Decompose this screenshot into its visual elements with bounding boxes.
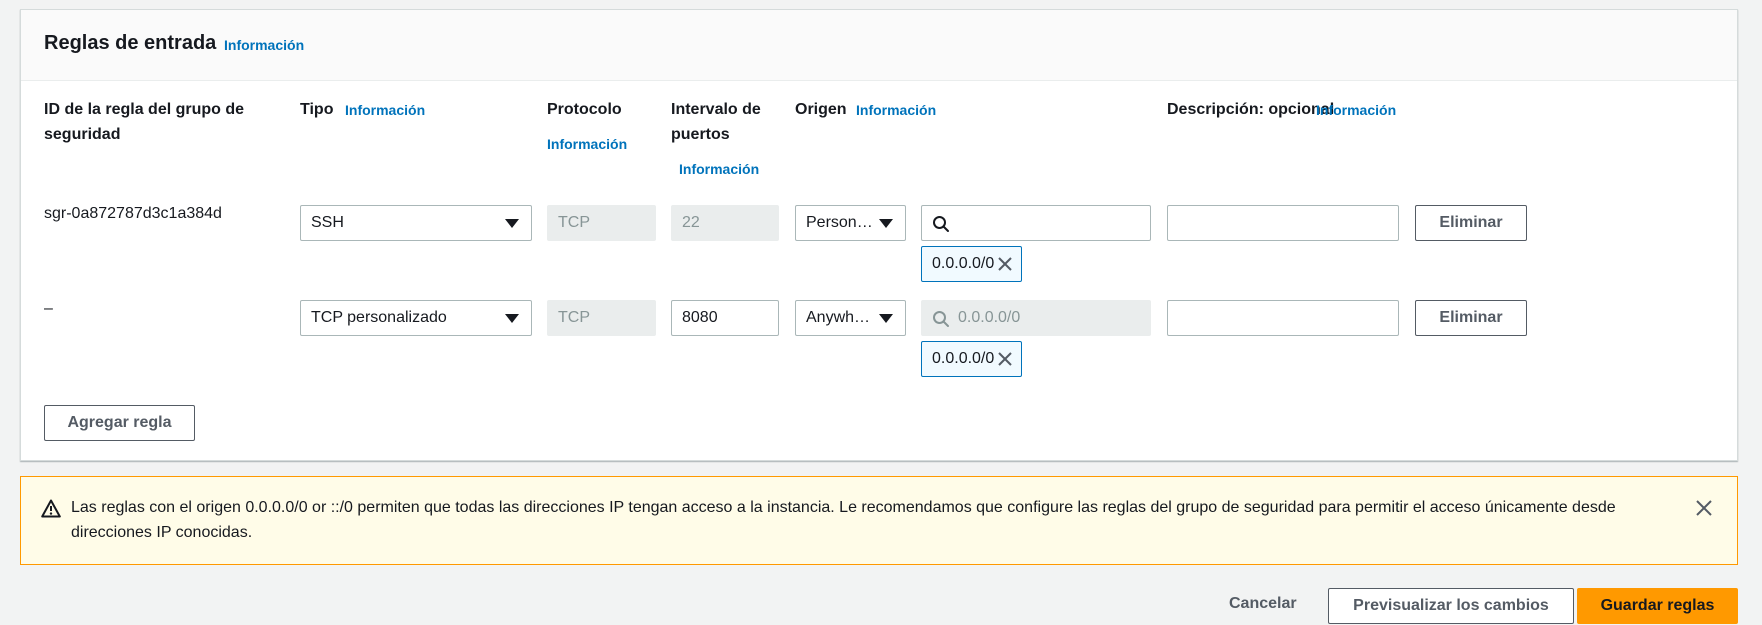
cidr-search-input[interactable] bbox=[921, 205, 1151, 241]
description-input[interactable] bbox=[1167, 205, 1399, 241]
search-icon bbox=[933, 311, 949, 327]
search-icon bbox=[933, 216, 949, 232]
column-header-description: Descripción: opcional bbox=[1167, 101, 1335, 118]
close-icon[interactable] bbox=[997, 351, 1013, 367]
origin-select-value: Persona… bbox=[806, 214, 882, 231]
column-header-id: ID de la regla del grupo de seguridad bbox=[44, 101, 245, 143]
warning-alert-text: Las reglas con el origen 0.0.0.0/0 or ::… bbox=[71, 499, 1616, 541]
inbound-rules-panel: Reglas de entrada Información ID de la r… bbox=[20, 9, 1738, 461]
close-icon[interactable] bbox=[997, 256, 1013, 272]
cidr-token-label: 0.0.0.0/0 bbox=[932, 255, 995, 272]
caret-down-icon bbox=[505, 219, 519, 228]
description-input[interactable] bbox=[1167, 300, 1399, 336]
type-select-value: SSH bbox=[311, 214, 344, 231]
type-select-value: TCP personalizado bbox=[311, 309, 447, 326]
caret-down-icon bbox=[879, 314, 893, 323]
cidr-search-input-disabled: 0.0.0.0/0 bbox=[921, 300, 1151, 336]
description-info-link[interactable]: Información bbox=[1316, 102, 1396, 118]
cancel-button[interactable]: Cancelar bbox=[1229, 595, 1297, 613]
type-info-link[interactable]: Información bbox=[345, 102, 425, 118]
delete-rule-button[interactable]: Eliminar bbox=[1415, 205, 1527, 241]
preview-changes-button[interactable]: Previsualizar los cambios bbox=[1328, 588, 1574, 624]
origin-select[interactable]: Anywhe… bbox=[795, 300, 906, 336]
caret-down-icon bbox=[879, 219, 893, 228]
rule-id: – bbox=[44, 300, 53, 317]
column-header-protocol: Protocolo bbox=[547, 101, 622, 118]
cidr-token-label: 0.0.0.0/0 bbox=[932, 350, 995, 367]
rule-id: sgr-0a872787d3c1a384d bbox=[44, 205, 222, 222]
cidr-search-placeholder: 0.0.0.0/0 bbox=[958, 309, 1021, 326]
panel-info-link[interactable]: Información bbox=[224, 37, 304, 53]
panel-header: Reglas de entrada Información bbox=[21, 10, 1737, 81]
protocol-info-link[interactable]: Información bbox=[547, 136, 627, 152]
origin-select[interactable]: Persona… bbox=[795, 205, 906, 241]
add-rule-button[interactable]: Agregar regla bbox=[44, 405, 195, 441]
port-range-field: 22 bbox=[671, 205, 779, 241]
protocol-field: TCP bbox=[547, 300, 656, 336]
type-select[interactable]: TCP personalizado bbox=[300, 300, 532, 336]
caret-down-icon bbox=[505, 314, 519, 323]
warning-alert: Las reglas con el origen 0.0.0.0/0 or ::… bbox=[20, 476, 1738, 565]
port-range-input[interactable]: 8080 bbox=[671, 300, 779, 336]
port-range-info-link[interactable]: Información bbox=[679, 161, 759, 177]
column-header-port-range: Intervalo de puertos bbox=[671, 101, 761, 143]
column-header-type: Tipo bbox=[300, 101, 334, 118]
close-icon[interactable] bbox=[1695, 499, 1713, 517]
origin-info-link[interactable]: Información bbox=[856, 102, 936, 118]
cidr-token: 0.0.0.0/0 bbox=[921, 246, 1022, 282]
protocol-field: TCP bbox=[547, 205, 656, 241]
cidr-token: 0.0.0.0/0 bbox=[921, 341, 1022, 377]
column-header-origin: Origen bbox=[795, 101, 847, 118]
origin-select-value: Anywhe… bbox=[806, 309, 879, 326]
warning-icon bbox=[41, 499, 61, 518]
panel-title: Reglas de entrada bbox=[44, 32, 217, 54]
save-rules-button[interactable]: Guardar reglas bbox=[1577, 588, 1738, 624]
delete-rule-button[interactable]: Eliminar bbox=[1415, 300, 1527, 336]
type-select[interactable]: SSH bbox=[300, 205, 532, 241]
